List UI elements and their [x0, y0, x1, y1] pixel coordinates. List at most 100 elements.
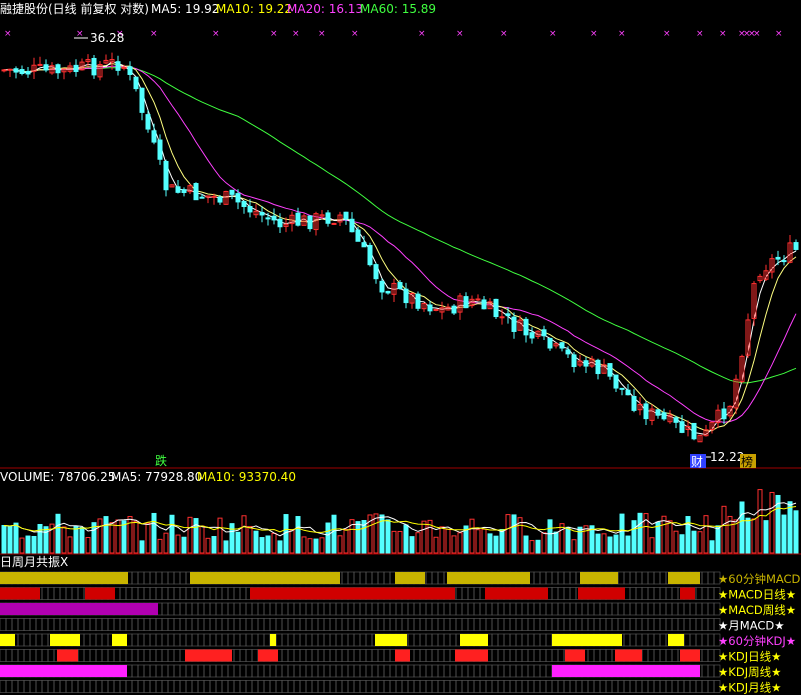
- resonance-cell: [131, 649, 139, 662]
- resonance-cell: [407, 680, 415, 693]
- resonance-cell: [371, 664, 379, 678]
- resonance-cell: [707, 633, 715, 647]
- resonance-cell: [377, 602, 385, 616]
- resonance-cell: [143, 633, 151, 647]
- candle-body: [181, 189, 187, 194]
- candle-body: [343, 211, 349, 220]
- resonance-cell: [587, 680, 595, 693]
- resonance-cell: [29, 649, 37, 662]
- resonance-cell: [317, 602, 325, 616]
- volume-bar: [115, 519, 121, 554]
- resonance-cell: [17, 633, 25, 647]
- candle-body: [451, 305, 457, 314]
- resonance-cell: [671, 649, 679, 662]
- resonance-cell: [545, 618, 553, 631]
- marker-x: ×: [500, 29, 508, 39]
- resonance-cell: [545, 633, 553, 647]
- resonance-cell: [461, 587, 469, 600]
- resonance-cell: [653, 587, 661, 600]
- resonance-cell: [95, 633, 103, 647]
- resonance-cell: [641, 587, 649, 600]
- resonance-cell: [377, 618, 385, 631]
- volume-bar: [37, 523, 43, 554]
- resonance-cell: [275, 664, 283, 678]
- resonance-cell: [701, 587, 709, 600]
- candle-body: [1, 69, 7, 72]
- resonance-cell: [23, 680, 31, 693]
- resonance-cell: [323, 649, 331, 662]
- resonance-cell: [233, 664, 241, 678]
- resonance-cell: [425, 602, 433, 616]
- volume-bar: [133, 520, 139, 554]
- resonance-cell: [665, 602, 673, 616]
- resonance-cell: [101, 680, 109, 693]
- resonance-segment: [455, 649, 488, 662]
- resonance-cell: [71, 618, 79, 631]
- resonance-cell: [617, 618, 625, 631]
- volume-bar: [733, 519, 739, 554]
- resonance-cell: [443, 633, 451, 647]
- resonance-cell: [155, 618, 163, 631]
- candlesticks[interactable]: [1, 52, 799, 443]
- resonance-cell: [233, 618, 241, 631]
- volume-bar: [247, 526, 253, 554]
- resonance-cell: [149, 618, 157, 631]
- resonance-cell: [479, 602, 487, 616]
- resonance-cell: [185, 587, 193, 600]
- resonance-cell: [479, 680, 487, 693]
- resonance-cell: [203, 587, 211, 600]
- resonance-cell: [239, 664, 247, 678]
- stock-chart[interactable]: 融捷股份(日线 前复权 对数) MA5: 19.92 MA10: 19.22 M…: [0, 0, 801, 695]
- candle-body: [229, 189, 235, 195]
- resonance-cell: [347, 633, 355, 647]
- resonance-cell: [185, 680, 193, 693]
- resonance-cell: [143, 587, 151, 600]
- resonance-cell: [317, 618, 325, 631]
- resonance-cell: [677, 618, 685, 631]
- resonance-cell: [551, 680, 559, 693]
- resonance-cell: [287, 618, 295, 631]
- resonance-cell: [293, 618, 301, 631]
- resonance-cell: [515, 680, 523, 693]
- resonance-cell: [527, 602, 535, 616]
- resonance-cell: [227, 618, 235, 631]
- candle-body: [157, 139, 163, 160]
- candle-body: [673, 417, 679, 423]
- resonance-cell: [491, 618, 499, 631]
- resonance-cell: [239, 587, 247, 600]
- volume-bar: [235, 531, 241, 554]
- resonance-cell: [0, 649, 7, 662]
- volume-bar: [475, 529, 481, 554]
- resonance-cell: [251, 649, 259, 662]
- resonance-cell: [497, 618, 505, 631]
- resonance-cell: [431, 571, 439, 585]
- resonance-cell: [395, 680, 403, 693]
- volume-bar: [577, 526, 583, 554]
- resonance-cell: [251, 680, 259, 693]
- resonance-cell: [689, 633, 697, 647]
- resonance-cell: [533, 618, 541, 631]
- resonance-segment: [57, 649, 78, 662]
- resonance-cell: [533, 680, 541, 693]
- resonance-cell: [269, 602, 277, 616]
- volume-bar: [661, 515, 667, 554]
- resonance-cell: [659, 649, 667, 662]
- candle-body: [505, 313, 511, 317]
- resonance-cell: [431, 664, 439, 678]
- candle-body: [145, 114, 151, 130]
- resonance-cell: [71, 680, 79, 693]
- resonance-cell: [359, 649, 367, 662]
- resonance-cell: [179, 664, 187, 678]
- resonance-segment: [50, 634, 80, 646]
- volume-bar: [55, 513, 61, 554]
- resonance-cell: [35, 633, 43, 647]
- volume-bar: [13, 522, 19, 554]
- resonance-rows: ★60分钟MACD ★MACD日线★★MACD周线★ ★月MACD★★60分钟KDJ…: [0, 571, 801, 695]
- resonance-cell: [353, 664, 361, 678]
- resonance-cell: [299, 633, 307, 647]
- volume-bar: [217, 517, 223, 554]
- volume-bar: [703, 515, 709, 554]
- resonance-cell: [377, 680, 385, 693]
- resonance-cell: [245, 680, 253, 693]
- resonance-cell: [647, 587, 655, 600]
